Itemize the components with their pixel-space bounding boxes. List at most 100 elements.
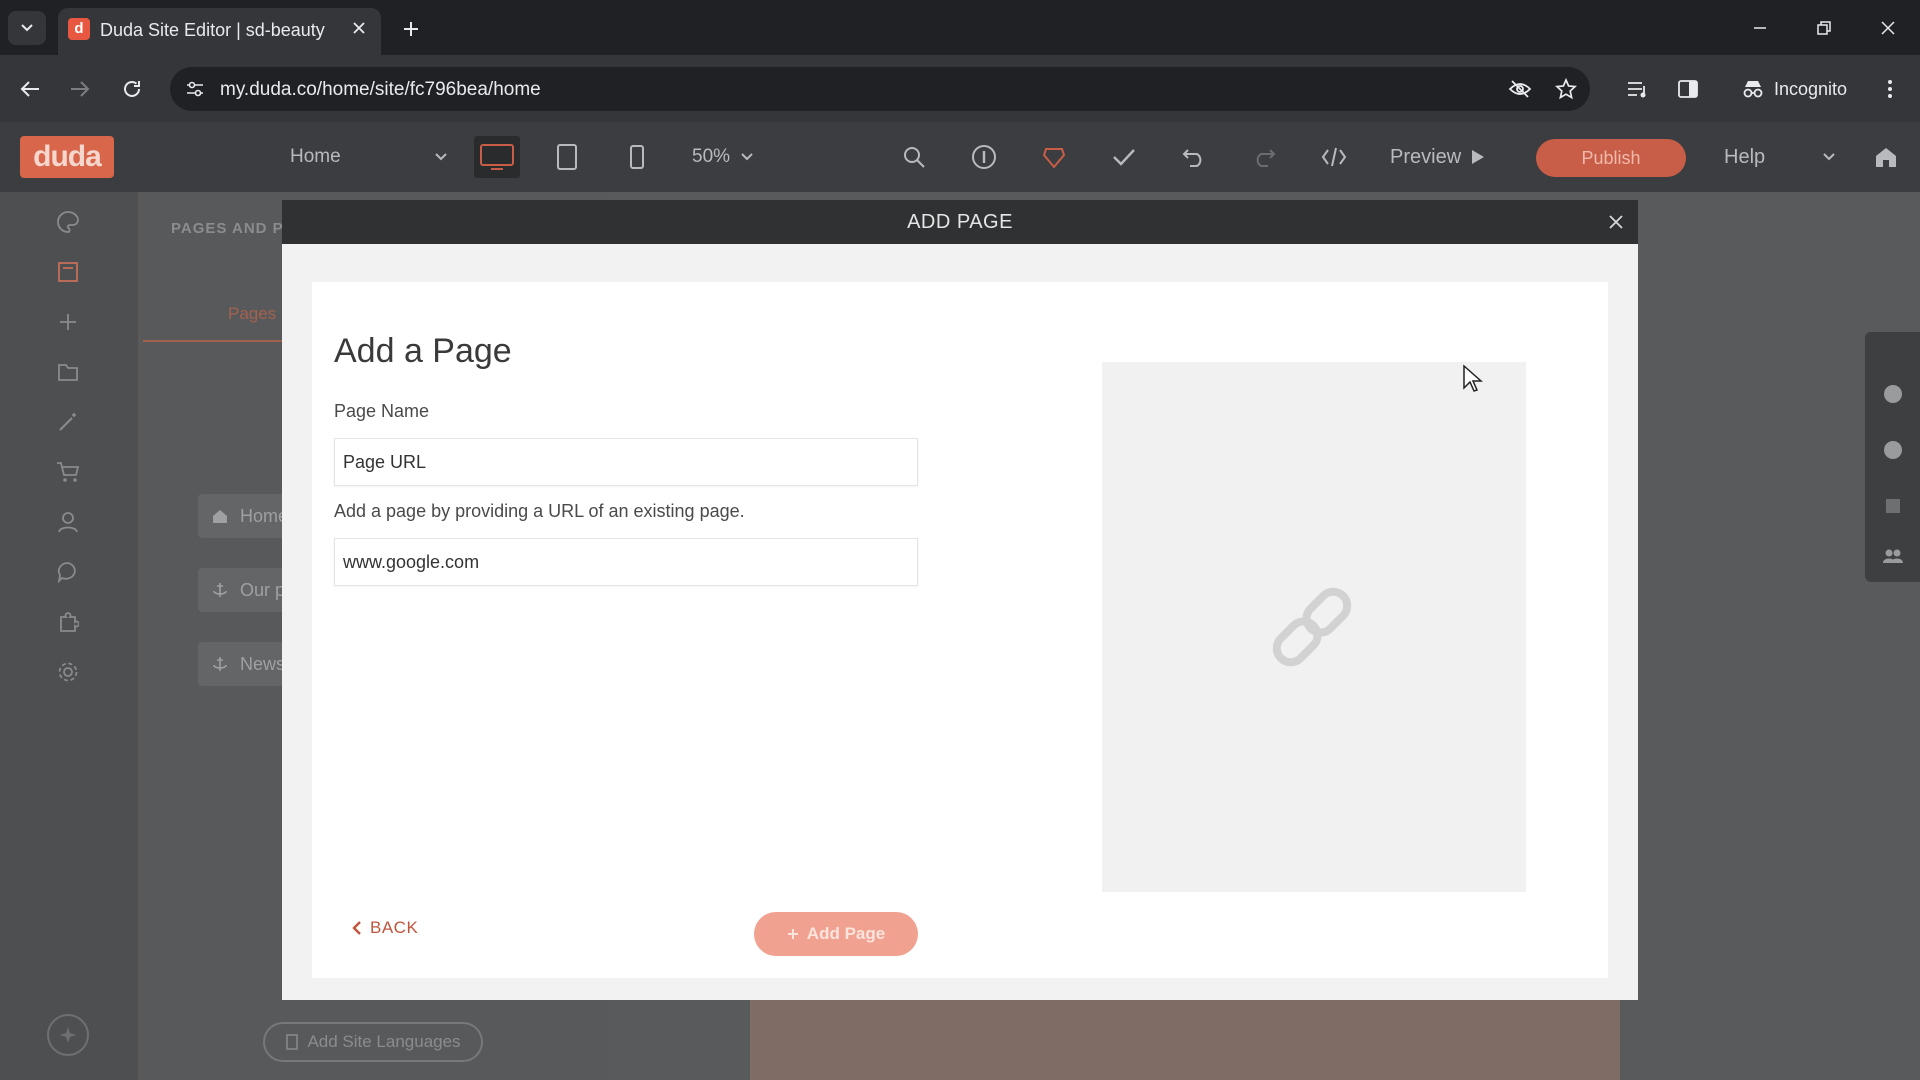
- back-button[interactable]: [12, 71, 48, 107]
- anchor-icon: [213, 657, 227, 671]
- bookmark-button[interactable]: [1552, 75, 1580, 103]
- tablet-view-button[interactable]: [544, 136, 590, 178]
- duda-favicon-icon: d: [68, 18, 90, 40]
- members-tool-button[interactable]: [50, 504, 86, 540]
- layers-button[interactable]: [1036, 139, 1072, 175]
- page-item-label: Home: [240, 505, 289, 526]
- team-toggle[interactable]: [1881, 544, 1905, 568]
- add-site-languages-button[interactable]: Add Site Languages: [263, 1022, 483, 1062]
- form-heading: Add a Page: [334, 332, 512, 370]
- new-tab-button[interactable]: [395, 13, 427, 45]
- add-page-button[interactable]: Add Page: [754, 912, 918, 956]
- personalize-tool-button[interactable]: [50, 404, 86, 440]
- incognito-icon: [1743, 81, 1763, 98]
- search-icon: [904, 147, 925, 168]
- more-vert-icon: [1888, 80, 1892, 98]
- mobile-view-button[interactable]: [614, 136, 660, 178]
- language-icon: [286, 1034, 299, 1050]
- restore-icon: [1817, 21, 1831, 35]
- chevron-down-icon: [741, 153, 753, 161]
- zoom-selector[interactable]: 50%: [692, 140, 770, 174]
- info-button[interactable]: [966, 139, 1002, 175]
- chat-icon: [57, 562, 76, 583]
- minimize-icon: [1754, 27, 1766, 29]
- tab-pages[interactable]: Pages: [228, 304, 276, 324]
- tune-icon: [187, 81, 203, 97]
- editor-toolbar: duda Home 50% Preview Publish Help: [0, 122, 1920, 192]
- palette-icon: [57, 211, 79, 233]
- duda-logo[interactable]: duda: [20, 136, 114, 178]
- content-tool-button[interactable]: [50, 354, 86, 390]
- incognito-indicator[interactable]: Incognito: [1728, 69, 1862, 109]
- home-icon: [213, 509, 227, 523]
- shield-icon: [1042, 148, 1066, 169]
- redo-button[interactable]: [1246, 139, 1282, 175]
- add-widget-button[interactable]: [50, 304, 86, 340]
- search-button[interactable]: [896, 139, 932, 175]
- desktop-view-button[interactable]: [474, 136, 520, 178]
- page-item-label: News: [240, 653, 286, 674]
- folder-icon: [58, 364, 78, 381]
- chevron-down-icon: [21, 24, 33, 32]
- restore-button[interactable]: [1806, 10, 1842, 46]
- plus-icon: [787, 929, 798, 939]
- comments-tool-button[interactable]: [50, 554, 86, 590]
- minimize-button[interactable]: [1742, 10, 1778, 46]
- page-name-input[interactable]: Page URL: [334, 438, 918, 486]
- tab-close-button[interactable]: [349, 18, 369, 38]
- tracking-protection-button[interactable]: [1506, 75, 1534, 103]
- side-panel-button[interactable]: [1670, 71, 1706, 107]
- publish-button[interactable]: Publish: [1536, 139, 1686, 177]
- checklist-button[interactable]: [1106, 139, 1142, 175]
- page-selector[interactable]: Home: [290, 140, 448, 174]
- url-text: my.duda.co/home/site/fc796bea/home: [220, 79, 541, 100]
- page-url-input[interactable]: www.google.com: [334, 538, 918, 586]
- add-page-label: Add Page: [806, 924, 886, 943]
- chevron-left-icon: [352, 921, 361, 935]
- tab-search-button[interactable]: [8, 11, 46, 45]
- home-icon: [1876, 148, 1896, 167]
- site-info-button[interactable]: [182, 76, 208, 102]
- browser-tab-strip: d Duda Site Editor | sd-beauty: [0, 0, 1920, 55]
- store-tool-button[interactable]: [50, 454, 86, 490]
- apps-tool-button[interactable]: [50, 604, 86, 640]
- notes-toggle[interactable]: [1881, 494, 1905, 518]
- star-icon: [1555, 78, 1577, 100]
- comments-toggle[interactable]: [1881, 382, 1905, 406]
- settings-tool-button[interactable]: [50, 654, 86, 690]
- preview-button[interactable]: Preview: [1390, 140, 1485, 174]
- back-button[interactable]: BACK: [352, 918, 418, 938]
- undo-button[interactable]: [1176, 139, 1212, 175]
- reload-button[interactable]: [114, 71, 150, 107]
- dashboard-home-button[interactable]: [1868, 139, 1904, 175]
- left-sidebar: [0, 192, 138, 1080]
- close-window-button[interactable]: [1870, 10, 1906, 46]
- address-bar[interactable]: my.duda.co/home/site/fc796bea/home: [170, 67, 1590, 111]
- reading-list-button[interactable]: [1620, 71, 1656, 107]
- check-icon: [1113, 149, 1135, 166]
- pages-tool-button[interactable]: [50, 254, 86, 290]
- search-circle-icon: [1884, 385, 1902, 403]
- info-icon: [972, 145, 996, 169]
- assistant-button[interactable]: [47, 1014, 89, 1056]
- developer-mode-button[interactable]: [1316, 139, 1352, 175]
- code-icon: [1321, 147, 1347, 167]
- browser-tab[interactable]: d Duda Site Editor | sd-beauty: [58, 8, 381, 55]
- modal-close-button[interactable]: [1604, 210, 1628, 234]
- forward-button[interactable]: [62, 71, 98, 107]
- modal-title: ADD PAGE: [907, 211, 1013, 233]
- chat-toggle[interactable]: [1881, 438, 1905, 462]
- panel-title: PAGES AND P: [171, 220, 284, 237]
- side-panel-icon: [1678, 80, 1698, 98]
- page-selector-value: Home: [290, 146, 341, 167]
- close-icon: [1609, 215, 1623, 229]
- url-help-text: Add a page by providing a URL of an exis…: [334, 501, 745, 521]
- media-list-icon: [1628, 82, 1646, 98]
- design-tool-button[interactable]: [50, 204, 86, 240]
- eye-off-icon: [1508, 80, 1532, 98]
- pages-icon: [58, 262, 78, 282]
- browser-menu-button[interactable]: [1872, 71, 1908, 107]
- help-menu[interactable]: Help: [1724, 140, 1836, 174]
- chevron-down-icon: [1823, 153, 1835, 161]
- sparkle-icon: [60, 1027, 76, 1043]
